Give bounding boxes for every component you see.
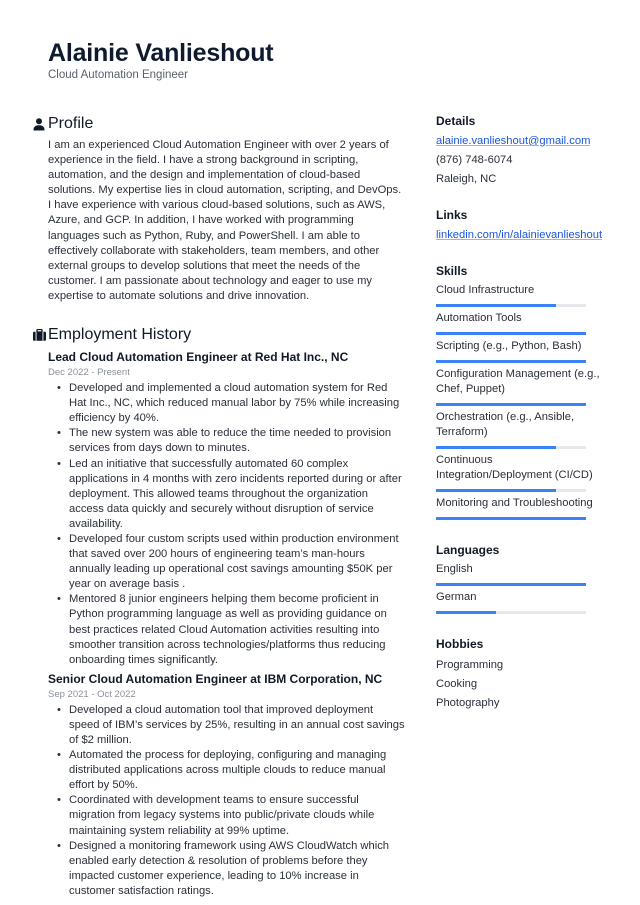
skill-level-fill [436, 304, 556, 307]
details-section: Details alainie.vanlieshout@gmail.com (8… [436, 113, 611, 189]
hobbies-title: Hobbies [436, 637, 484, 651]
skills-title: Skills [436, 264, 468, 278]
hobbies-section: Hobbies Programming Cooking Photography [436, 636, 611, 713]
job-dates: Dec 2022 - Present [48, 367, 130, 379]
hobby-item: Photography [436, 697, 500, 709]
job-bullet: Automated the process for deploying, con… [57, 748, 405, 793]
profile-summary: I am an experienced Cloud Automation Eng… [48, 139, 402, 302]
main-column: Profile I am an experienced Cloud Automa… [30, 113, 405, 899]
language-level-bar [436, 583, 586, 586]
skill-label: Cloud Infrastructure [436, 284, 535, 296]
phone-number: (876) 748-6074 [436, 154, 513, 166]
job-bullet: Mentored 8 junior engineers helping them… [57, 592, 405, 667]
employment-section: Employment History Lead Cloud Automation… [30, 324, 405, 899]
skill-item: Monitoring and Troubleshooting [436, 496, 611, 520]
skill-level-bar [436, 446, 586, 449]
skill-level-bar [436, 360, 586, 363]
skill-item: Orchestration (e.g., Ansible, Terraform) [436, 410, 611, 449]
language-item: German [436, 590, 611, 614]
skill-level-fill [436, 446, 556, 449]
skill-level-bar [436, 517, 586, 520]
job-title: Senior Cloud Automation Engineer at IBM … [48, 671, 383, 686]
skill-label: Scripting (e.g., Python, Bash) [436, 340, 582, 352]
email-link[interactable]: alainie.vanlieshout@gmail.com [436, 135, 590, 147]
skill-level-fill [436, 332, 586, 335]
links-title: Links [436, 208, 468, 222]
skill-item: Cloud Infrastructure [436, 283, 611, 307]
job-bullet: The new system was able to reduce the ti… [57, 426, 405, 456]
details-title: Details [436, 114, 476, 128]
job-bullet: Coordinated with development teams to en… [57, 793, 405, 838]
job-bullet: Developed and implemented a cloud automa… [57, 381, 405, 426]
profile-title: Profile [48, 115, 94, 132]
skill-level-bar [436, 332, 586, 335]
job-entry: Lead Cloud Automation Engineer at Red Ha… [48, 349, 405, 668]
employment-title: Employment History [48, 326, 192, 344]
job-bullets: Developed a cloud automation tool that i… [57, 703, 405, 899]
job-bullet: Led an initiative that successfully auto… [57, 457, 405, 532]
skill-label: Continuous Integration/Deployment (CI/CD… [436, 454, 593, 481]
languages-title: Languages [436, 543, 500, 557]
hobby-item: Cooking [436, 678, 478, 690]
job-bullets: Developed and implemented a cloud automa… [57, 381, 405, 668]
job-bullet: Developed a cloud automation tool that i… [57, 703, 405, 748]
resume-header: Alainie Vanlieshout Cloud Automation Eng… [48, 38, 274, 82]
candidate-name: Alainie Vanlieshout [48, 39, 274, 67]
skill-level-fill [436, 517, 586, 520]
employment-heading: Employment History [30, 324, 405, 346]
profile-heading: Profile [30, 113, 405, 135]
languages-section: Languages English German [436, 542, 611, 614]
skill-item: Configuration Management (e.g., Chef, Pu… [436, 367, 611, 406]
hobby-item: Programming [436, 659, 504, 671]
linkedin-link[interactable]: linkedin.com/in/alainievanlieshout [436, 229, 602, 241]
job-bullet: Designed a monitoring framework using AW… [57, 839, 405, 899]
skill-level-bar [436, 304, 586, 307]
skill-label: Orchestration (e.g., Ansible, Terraform) [436, 411, 575, 438]
skill-level-bar [436, 403, 586, 406]
skill-level-bar [436, 489, 586, 492]
language-level-bar [436, 611, 586, 614]
job-bullet: Developed four custom scripts used withi… [57, 532, 405, 592]
candidate-role: Cloud Automation Engineer [48, 69, 189, 81]
skills-section: Skills Cloud Infrastructure Automation T… [436, 263, 611, 520]
job-title: Lead Cloud Automation Engineer at Red Ha… [48, 350, 349, 365]
profile-section: Profile I am an experienced Cloud Automa… [30, 113, 405, 304]
briefcase-icon [30, 326, 48, 344]
skill-label: Monitoring and Troubleshooting [436, 497, 593, 509]
language-label: German [436, 591, 477, 603]
sidebar: Details alainie.vanlieshout@gmail.com (8… [436, 113, 611, 713]
language-level-fill [436, 583, 586, 586]
skill-level-fill [436, 489, 556, 492]
location: Raleigh, NC [436, 173, 497, 185]
skill-item: Scripting (e.g., Python, Bash) [436, 339, 611, 363]
skill-label: Configuration Management (e.g., Chef, Pu… [436, 368, 600, 395]
person-icon [30, 115, 48, 133]
language-level-fill [436, 611, 496, 614]
language-label: English [436, 563, 473, 575]
language-item: English [436, 562, 611, 586]
skill-level-fill [436, 360, 586, 363]
skill-item: Automation Tools [436, 311, 611, 335]
skill-level-fill [436, 403, 586, 406]
skill-item: Continuous Integration/Deployment (CI/CD… [436, 453, 611, 492]
job-entry: Senior Cloud Automation Engineer at IBM … [48, 671, 405, 899]
job-dates: Sep 2021 - Oct 2022 [48, 688, 136, 700]
skill-label: Automation Tools [436, 312, 522, 324]
links-section: Links linkedin.com/in/alainievanlieshout [436, 207, 611, 245]
